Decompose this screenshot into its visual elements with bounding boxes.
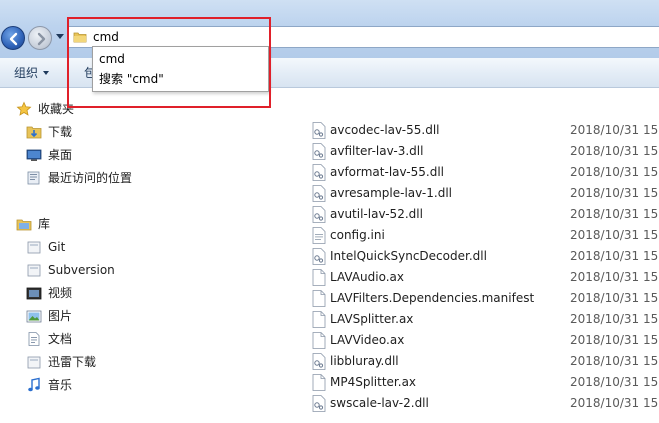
file-date-modified: 2018/10/31 15:4 [570, 270, 659, 284]
file-list: avcodec-lav-55.dll2018/10/31 15:4avfilte… [300, 89, 659, 423]
file-date-modified: 2018/10/31 15:4 [570, 291, 659, 305]
file-row[interactable]: avfilter-lav-3.dll 2018/10/31 15:4 [300, 141, 659, 162]
file-row[interactable]: config.ini 2018/10/31 15:4 [300, 225, 659, 246]
dll-icon [312, 164, 326, 181]
file-name: avcodec-lav-55.dll [330, 123, 440, 137]
back-button[interactable] [1, 26, 25, 50]
recent-pages-dropdown-icon[interactable] [56, 34, 64, 40]
file-icon [312, 269, 326, 286]
file-name: avresample-lav-1.dll [330, 186, 452, 200]
nav-label: 文档 [48, 332, 73, 346]
file-icon [312, 332, 326, 349]
file-row[interactable]: avutil-lav-52.dll 2018/10/31 15:4 [300, 204, 659, 225]
library-icon [16, 219, 32, 231]
file-name: LAVAudio.ax [330, 270, 405, 284]
file-date-modified: 2018/10/31 15:4 [570, 354, 659, 368]
file-row[interactable]: LAVVideo.ax 2018/10/31 15:4 [300, 330, 659, 351]
nav-label: 视频 [48, 286, 73, 300]
organize-dropdown-icon [43, 71, 49, 75]
file-row[interactable]: LAVSplitter.ax 2018/10/31 15:4 [300, 309, 659, 330]
file-date-modified: 2018/10/31 15:4 [570, 186, 659, 200]
file-date-modified: 2018/10/31 15:4 [570, 165, 659, 179]
file-name: config.ini [330, 228, 385, 242]
dll-icon [312, 122, 326, 139]
library-folder-icon [27, 241, 41, 254]
nav-label: Git [48, 240, 66, 254]
file-name: avfilter-lav-3.dll [330, 144, 424, 158]
library-folder-icon [27, 264, 41, 277]
nav-label: 桌面 [48, 148, 73, 162]
file-date-modified: 2018/10/31 15:4 [570, 333, 659, 347]
arrow-left-icon [9, 32, 18, 46]
video-icon [26, 287, 42, 300]
file-name: LAVVideo.ax [330, 333, 405, 347]
libraries-label: 库 [38, 217, 51, 231]
file-name: IntelQuickSyncDecoder.dll [330, 249, 487, 263]
star-icon [16, 101, 32, 116]
nav-label: Subversion [48, 263, 115, 277]
file-icon [312, 311, 326, 328]
dll-icon [312, 353, 326, 370]
desktop-icon [26, 149, 42, 161]
file-name: LAVSplitter.ax [330, 312, 414, 326]
documents-icon [28, 332, 40, 346]
file-row[interactable]: avformat-lav-55.dll 2018/10/31 15:4 [300, 162, 659, 183]
dll-icon [312, 395, 326, 412]
file-icon [312, 374, 326, 391]
arrow-right-icon [37, 32, 46, 46]
dll-icon [312, 143, 326, 160]
file-row[interactable]: MP4Splitter.ax 2018/10/31 15:4 [300, 372, 659, 393]
file-icon [312, 290, 326, 307]
file-date-modified: 2018/10/31 15:4 [570, 144, 659, 158]
file-row[interactable]: LAVFilters.Dependencies.manifest 2018/10/… [300, 288, 659, 309]
dll-icon [312, 206, 326, 223]
file-row[interactable]: swscale-lav-2.dll 2018/10/31 15:4 [300, 393, 659, 414]
file-row[interactable]: IntelQuickSyncDecoder.dll 2018/10/31 15:4 [300, 246, 659, 267]
file-name: libbluray.dll [330, 354, 399, 368]
annotation-highlight-box [67, 17, 271, 108]
forward-button[interactable] [28, 26, 52, 50]
file-date-modified: 2018/10/31 15:4 [570, 396, 659, 410]
file-row[interactable]: libbluray.dll 2018/10/31 15:4 [300, 351, 659, 372]
dll-icon [312, 248, 326, 265]
ini-icon [312, 227, 326, 244]
recent-places-icon [27, 171, 40, 185]
nav-label: 最近访问的位置 [48, 171, 133, 185]
file-date-modified: 2018/10/31 15:4 [570, 207, 659, 221]
nav-label: 迅雷下载 [48, 355, 97, 369]
navigation-pane: 收藏夹 下载 桌面 最近访问的位置 库 Git Subversion 视频 图片… [0, 89, 300, 423]
file-date-modified: 2018/10/31 15:4 [570, 228, 659, 242]
file-name: LAVFilters.Dependencies.manifest [330, 291, 535, 305]
file-name: avutil-lav-52.dll [330, 207, 423, 221]
file-name: swscale-lav-2.dll [330, 396, 429, 410]
file-row[interactable]: LAVAudio.ax 2018/10/31 15:4 [300, 267, 659, 288]
file-date-modified: 2018/10/31 15:4 [570, 375, 659, 389]
file-row[interactable]: avresample-lav-1.dll 2018/10/31 15:4 [300, 183, 659, 204]
nav-label: 下载 [48, 125, 73, 139]
file-date-modified: 2018/10/31 15:4 [570, 312, 659, 326]
file-date-modified: 2018/10/31 15:4 [570, 123, 659, 137]
file-row[interactable]: avcodec-lav-55.dll 2018/10/31 15:4 [300, 120, 659, 141]
organize-button[interactable]: 组织 [14, 64, 38, 82]
library-folder-icon [27, 356, 41, 369]
nav-label: 图片 [48, 309, 73, 323]
dll-icon [312, 185, 326, 202]
file-name: avformat-lav-55.dll [330, 165, 444, 179]
music-icon [28, 377, 40, 392]
pictures-icon [26, 310, 42, 323]
nav-label: 音乐 [48, 378, 73, 392]
file-name: MP4Splitter.ax [330, 375, 417, 389]
downloads-folder-icon [26, 126, 42, 139]
file-date-modified: 2018/10/31 15:4 [570, 249, 659, 263]
